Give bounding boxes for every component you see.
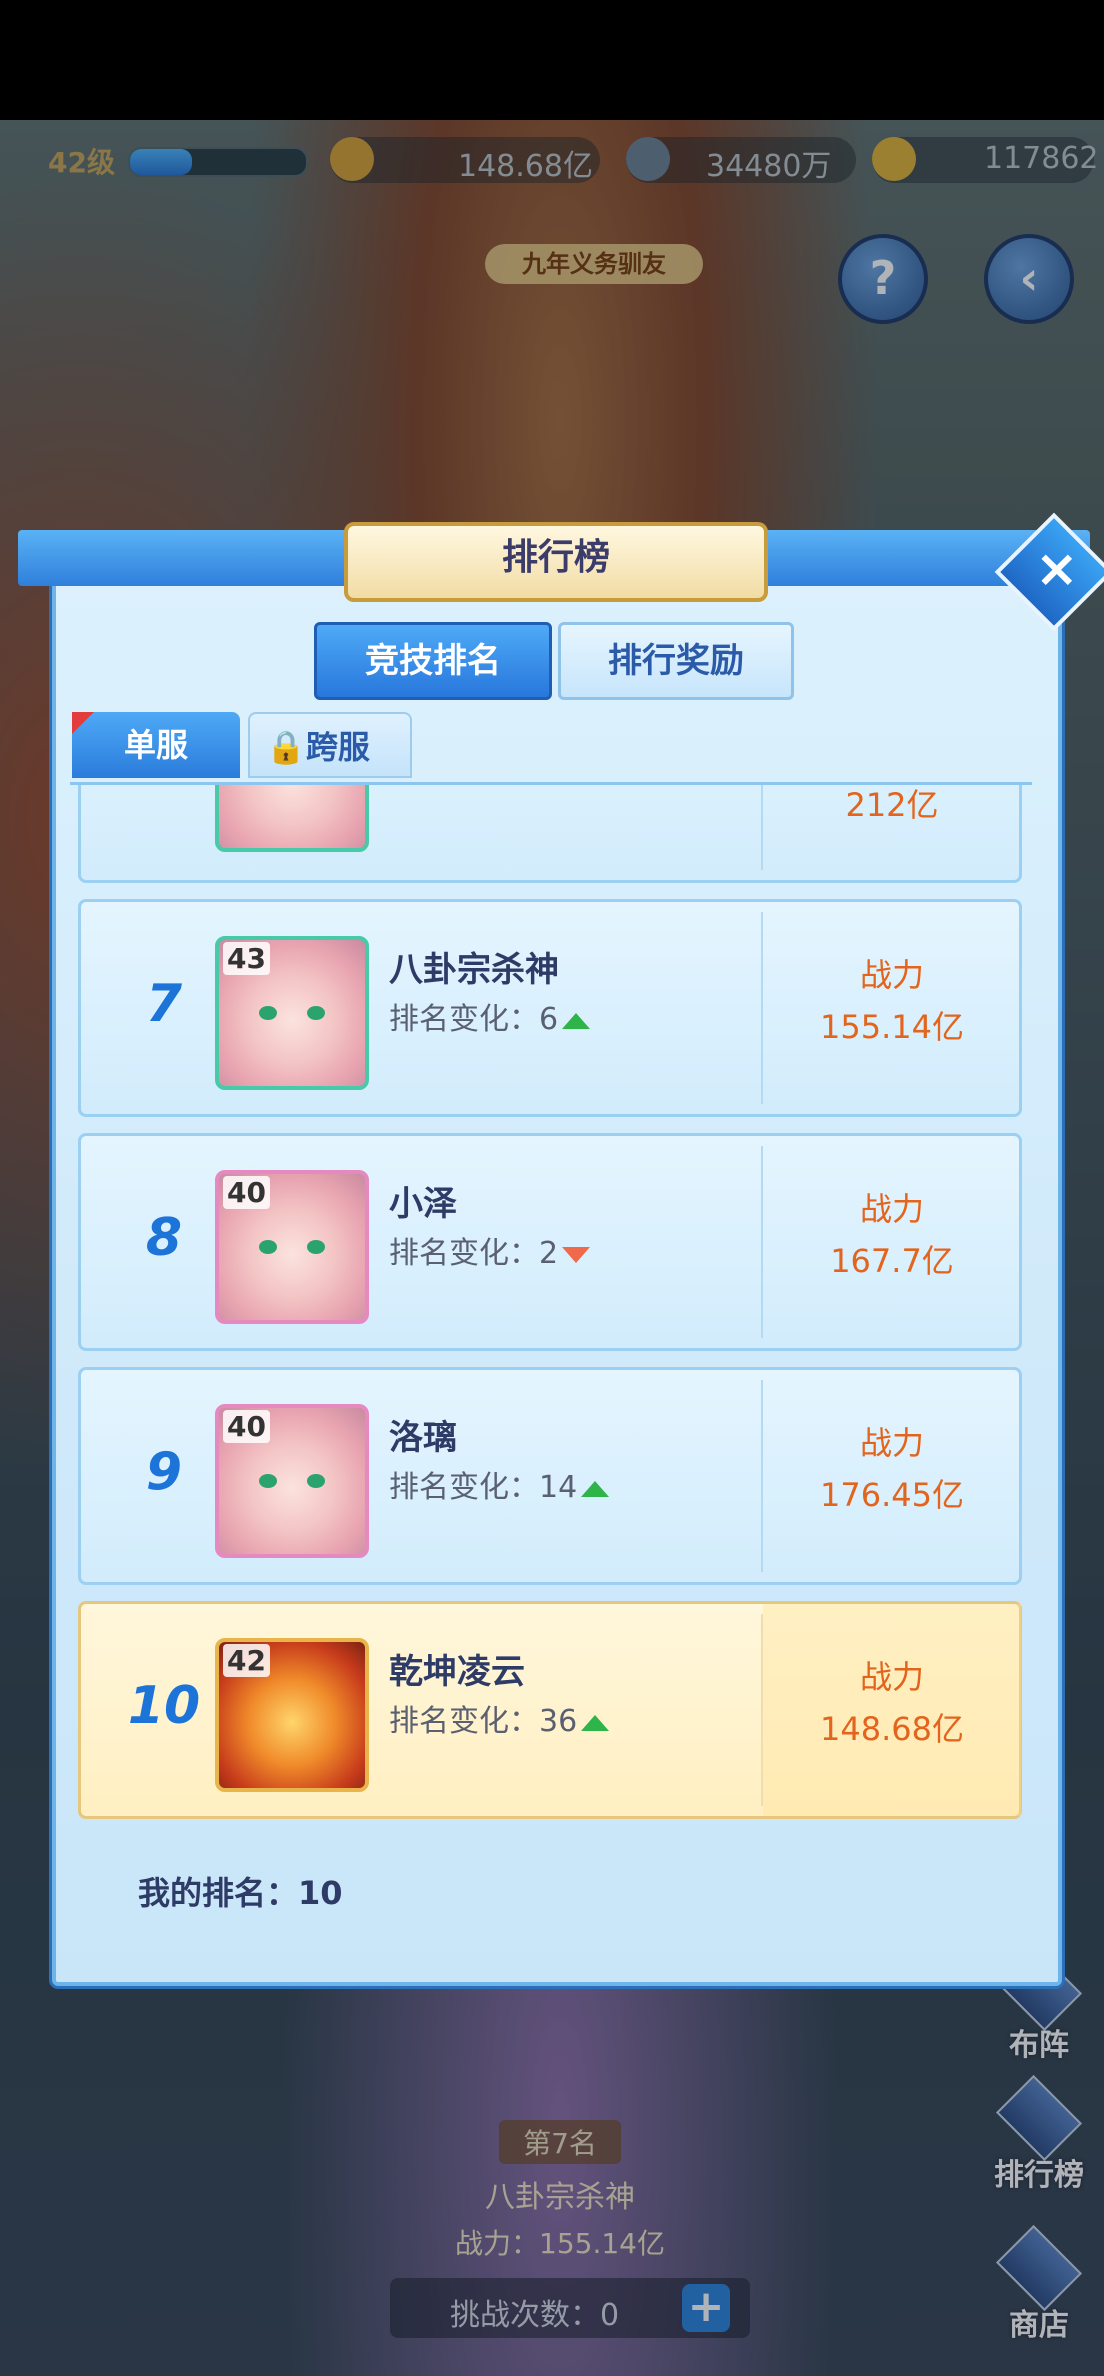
my-rank: 我的排名：10 xyxy=(138,1874,343,1912)
power-box: 战力 148.68亿 xyxy=(763,1604,1021,1816)
avatar-level: 42 xyxy=(223,1644,270,1677)
power-value: 155.14亿 xyxy=(820,1008,964,1046)
power-box: 战力 176.45亿 xyxy=(763,1370,1021,1582)
rank-change-value: 36 xyxy=(539,1704,578,1739)
cross-server-label: 跨服 xyxy=(305,728,370,766)
avatar-eye xyxy=(259,1474,277,1488)
rank-change: 排名变化：36 xyxy=(389,1696,610,1740)
avatar-level: 43 xyxy=(223,942,270,975)
avatar-level: 40 xyxy=(223,1410,270,1443)
avatar-eye xyxy=(307,1474,325,1488)
player-name: 八卦宗杀神 xyxy=(389,950,559,990)
rank-change-label: 排名变化： xyxy=(389,1236,539,1271)
power-value: 148.68亿 xyxy=(820,1710,964,1748)
rank-change: 排名变化：2 xyxy=(389,1228,591,1272)
avatar: 43 xyxy=(215,936,369,1090)
list-item[interactable]: 7 43 八卦宗杀神 排名变化：6 战力 155.14亿 xyxy=(78,899,1022,1117)
rank-change-value: 2 xyxy=(539,1236,559,1271)
arrow-up-icon xyxy=(562,1012,591,1029)
rank-change-value: 6 xyxy=(539,1002,559,1037)
rank-number: 7 xyxy=(145,974,183,1034)
rank-change-value: 14 xyxy=(539,1470,578,1505)
avatar-eye xyxy=(259,1006,277,1020)
list-item[interactable]: 212亿 xyxy=(78,785,1022,883)
power-label: 战力 xyxy=(859,956,924,994)
power-box: 战力 167.7亿 xyxy=(763,1136,1021,1348)
player-name: 小泽 xyxy=(389,1184,457,1224)
arrow-up-icon xyxy=(581,1480,610,1497)
avatar-eye xyxy=(307,1006,325,1020)
rank-change-label: 排名变化： xyxy=(389,1704,539,1739)
status-bar xyxy=(0,0,1104,120)
rank-number: 8 xyxy=(145,1208,183,1268)
arrow-down-icon xyxy=(562,1246,591,1263)
single-server-label: 单服 xyxy=(123,726,188,764)
arrow-up-icon xyxy=(581,1714,610,1731)
power-label: 战力 xyxy=(859,1190,924,1228)
power-box: 战力 155.14亿 xyxy=(763,902,1021,1114)
power-value: 176.45亿 xyxy=(820,1476,964,1514)
tab-ranking-reward[interactable]: 排行奖励 xyxy=(558,622,794,700)
tab-single-server[interactable]: 单服 xyxy=(72,712,240,778)
avatar-level: 40 xyxy=(223,1176,270,1209)
list-item[interactable]: 9 40 洛璃 排名变化：14 战力 176.45亿 xyxy=(78,1367,1022,1585)
avatar: 40 xyxy=(215,1404,369,1558)
rank-change-label: 排名变化： xyxy=(389,1002,539,1037)
my-list-item[interactable]: 10 42 乾坤凌云 排名变化：36 战力 148.68亿 xyxy=(78,1601,1022,1819)
avatar: 42 xyxy=(215,1638,369,1792)
player-name: 乾坤凌云 xyxy=(389,1652,525,1692)
avatar-eye xyxy=(259,1240,277,1254)
power-label: 战力 xyxy=(859,1424,924,1462)
list-item[interactable]: 8 40 小泽 排名变化：2 战力 167.7亿 xyxy=(78,1133,1022,1351)
rank-change-label: 排名变化： xyxy=(389,1470,539,1505)
tab-cross-server[interactable]: 🔒跨服 xyxy=(248,712,412,778)
avatar-eye xyxy=(307,1240,325,1254)
lock-icon: 🔒 xyxy=(266,728,306,766)
player-name: 洛璃 xyxy=(389,1418,457,1458)
power-label: 战力 xyxy=(859,1658,924,1696)
power-value: 212亿 xyxy=(845,786,939,824)
rank-change: 排名变化：14 xyxy=(389,1462,610,1506)
tab-arena-ranking[interactable]: 竞技排名 xyxy=(314,622,552,700)
rank-number: 9 xyxy=(145,1442,183,1502)
rank-change: 排名变化：6 xyxy=(389,994,591,1038)
rank-number: 10 xyxy=(127,1676,201,1736)
ranking-list[interactable]: 212亿 7 43 八卦宗杀神 排名变化：6 战力 155.14亿 8 40 小… xyxy=(70,782,1032,1835)
power-value: 167.7亿 xyxy=(830,1242,954,1280)
power-box: 212亿 xyxy=(763,785,1021,880)
avatar: 40 xyxy=(215,1170,369,1324)
avatar xyxy=(215,785,369,852)
modal-title: 排行榜 xyxy=(344,522,768,602)
close-icon: × xyxy=(1035,539,1079,600)
